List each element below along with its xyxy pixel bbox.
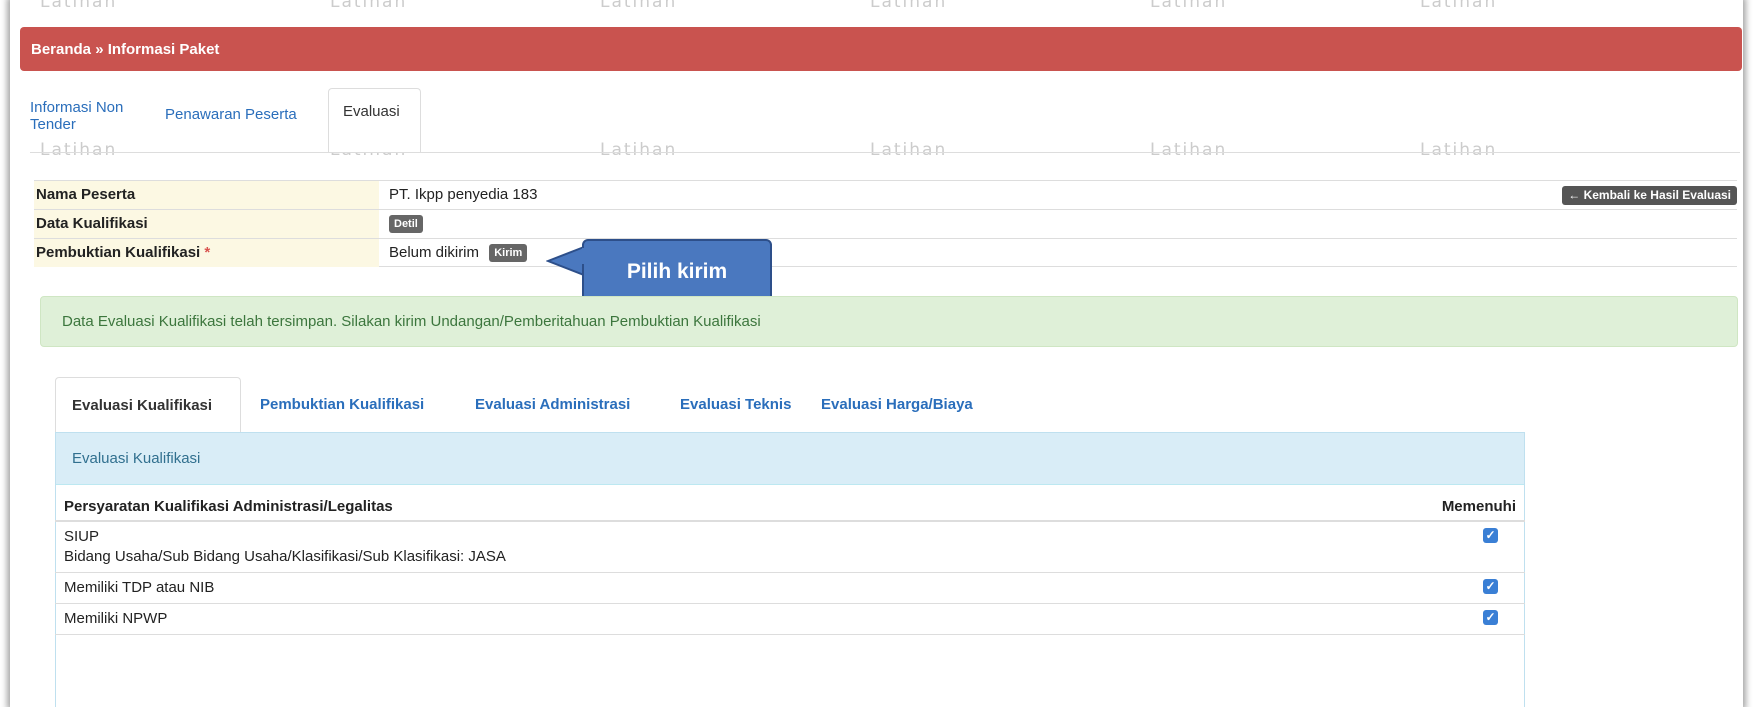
tab-pembuktian-kualifikasi[interactable]: Pembuktian Kualifikasi bbox=[260, 377, 424, 432]
pembuktian-label: Pembuktian Kualifikasi bbox=[36, 244, 201, 261]
tab-evaluasi-harga-biaya[interactable]: Evaluasi Harga/Biaya bbox=[821, 377, 973, 432]
info-table: Nama Peserta PT. Ikpp penyedia 183 ← Kem… bbox=[34, 180, 1737, 267]
table-row: SIUP Bidang Usaha/Sub Bidang Usaha/Klasi… bbox=[55, 522, 1525, 573]
requirement-title: Memiliki NPWP bbox=[64, 610, 168, 627]
tab-divider bbox=[30, 152, 1740, 153]
table-header: Persyaratan Kualifikasi Administrasi/Leg… bbox=[55, 493, 1525, 522]
memenuhi-checkbox[interactable]: ✓ bbox=[1483, 579, 1498, 594]
breadcrumb[interactable]: Beranda » Informasi Paket bbox=[31, 41, 219, 58]
tab-evaluasi-kualifikasi[interactable]: Evaluasi Kualifikasi bbox=[55, 377, 241, 432]
pembuktian-status: Belum dikirim bbox=[389, 244, 480, 261]
kirim-button[interactable]: Kirim bbox=[489, 244, 528, 263]
tab-evaluasi[interactable]: Evaluasi bbox=[328, 88, 421, 153]
watermark: Latihan bbox=[870, 0, 948, 12]
requirement-title: SIUP bbox=[64, 528, 100, 545]
info-row-kualifikasi: Data Kualifikasi Detil bbox=[34, 209, 1737, 238]
tab-informasi-non-tender[interactable]: Informasi Non Tender bbox=[30, 99, 130, 133]
callout-arrow-icon bbox=[546, 245, 585, 277]
tab-evaluasi-teknis[interactable]: Evaluasi Teknis bbox=[680, 377, 791, 432]
watermark: Latihan bbox=[1150, 0, 1228, 12]
pembuktian-label-cell: Pembuktian Kualifikasi * bbox=[34, 239, 379, 267]
back-to-results-button[interactable]: ← Kembali ke Hasil Evaluasi bbox=[1562, 186, 1737, 205]
requirements-table: Persyaratan Kualifikasi Administrasi/Leg… bbox=[55, 493, 1525, 635]
watermark: Latihan bbox=[330, 0, 408, 12]
requirement-title: Memiliki TDP atau NIB bbox=[64, 579, 215, 596]
watermark: Latihan bbox=[40, 0, 118, 12]
detil-button[interactable]: Detil bbox=[389, 215, 423, 234]
header-requirement: Persyaratan Kualifikasi Administrasi/Leg… bbox=[64, 498, 393, 515]
peserta-value: PT. Ikpp penyedia 183 bbox=[389, 186, 538, 203]
kualifikasi-label: Data Kualifikasi bbox=[34, 210, 379, 238]
top-tabs: Informasi Non Tender Penawaran Peserta E… bbox=[30, 88, 1740, 153]
requirement-detail: Bidang Usaha/Sub Bidang Usaha/Klasifikas… bbox=[64, 548, 506, 565]
evaluation-tabs: Evaluasi Kualifikasi Pembuktian Kualifik… bbox=[55, 377, 1525, 432]
tab-evaluasi-administrasi[interactable]: Evaluasi Administrasi bbox=[475, 377, 630, 432]
pembuktian-value: Belum dikirim Kirim bbox=[389, 239, 528, 267]
table-row: Memiliki TDP atau NIB ✓ bbox=[55, 573, 1525, 604]
info-row-peserta: Nama Peserta PT. Ikpp penyedia 183 ← Kem… bbox=[34, 180, 1737, 209]
watermark: Latihan bbox=[1420, 0, 1498, 12]
memenuhi-checkbox[interactable]: ✓ bbox=[1483, 528, 1498, 543]
info-row-pembuktian: Pembuktian Kualifikasi * Belum dikirim K… bbox=[34, 238, 1737, 267]
requirement-text: SIUP Bidang Usaha/Sub Bidang Usaha/Klasi… bbox=[55, 522, 1525, 572]
panel-title: Evaluasi Kualifikasi bbox=[56, 433, 1524, 485]
required-mark: * bbox=[204, 244, 211, 261]
breadcrumb-bar: Beranda » Informasi Paket bbox=[20, 27, 1742, 71]
kualifikasi-value: Detil bbox=[389, 210, 423, 238]
tab-penawaran-peserta[interactable]: Penawaran Peserta bbox=[165, 106, 297, 123]
header-memenuhi: Memenuhi bbox=[1441, 498, 1516, 515]
peserta-label: Nama Peserta bbox=[34, 181, 379, 209]
watermark: Latihan bbox=[600, 0, 678, 12]
success-alert: Data Evaluasi Kualifikasi telah tersimpa… bbox=[40, 296, 1738, 347]
callout-joint bbox=[582, 248, 588, 264]
memenuhi-checkbox[interactable]: ✓ bbox=[1483, 610, 1498, 625]
table-row: Memiliki NPWP ✓ bbox=[55, 604, 1525, 635]
